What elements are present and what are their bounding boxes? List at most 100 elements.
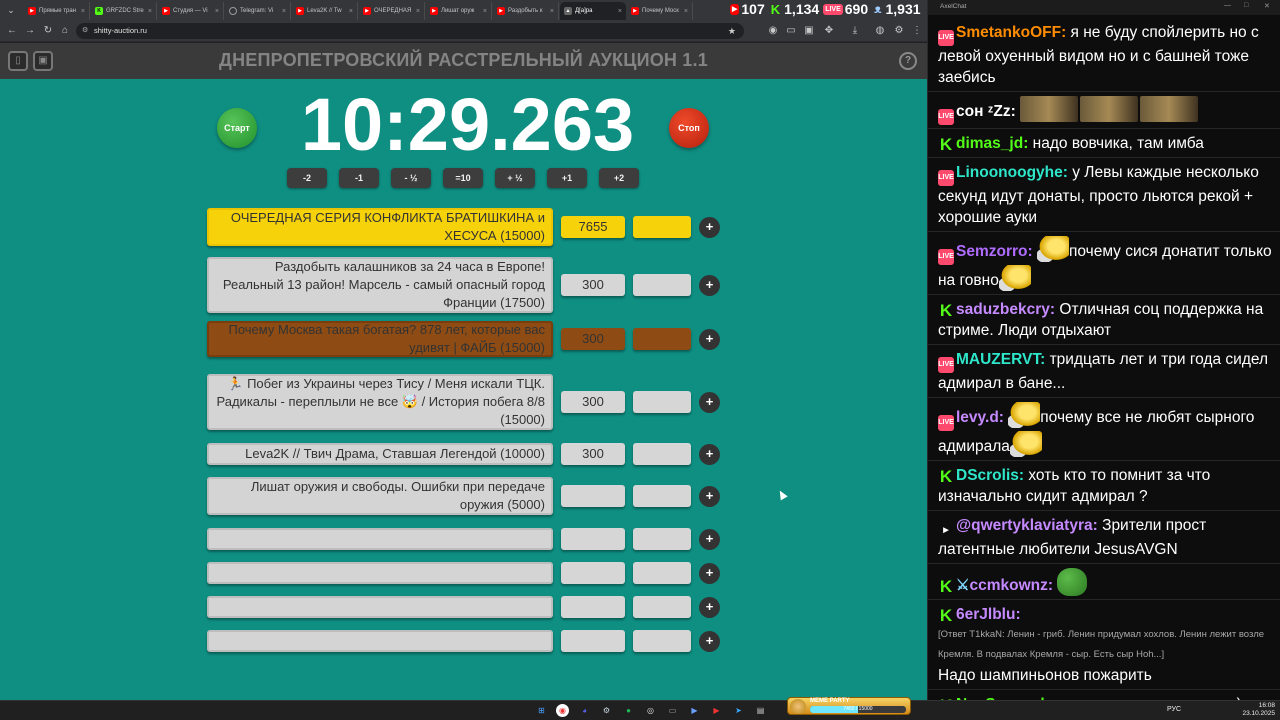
chat-nickname[interactable]: Linoonoogyhe — [956, 164, 1063, 181]
close-tab-icon[interactable]: × — [282, 8, 286, 15]
lot-add-button[interactable]: + — [699, 486, 720, 507]
lot-add-button[interactable]: + — [699, 217, 720, 238]
lot-add-amount-input[interactable] — [633, 328, 691, 350]
lot-amount-field[interactable]: 300 — [561, 274, 625, 296]
lot-add-button[interactable]: + — [699, 563, 720, 584]
extension-icon[interactable]: ▣ — [802, 24, 816, 38]
bookmark-star-icon[interactable]: ★ — [728, 23, 736, 39]
lot-add-button[interactable]: + — [699, 329, 720, 350]
browser-tab[interactable]: K GRFZDC Stre × — [91, 2, 157, 20]
timer-adjust-button[interactable]: =10 — [443, 168, 483, 188]
close-tab-icon[interactable]: × — [550, 8, 554, 15]
lot-name-field[interactable]: Leva2K // Твич Драма, Ставшая Легендой (… — [207, 443, 553, 465]
keyboard-language[interactable]: РУС — [1167, 706, 1181, 713]
browser-tab[interactable]: ▶ Leva2K // Tw × — [292, 2, 358, 20]
url-field[interactable]: ⚙ shitty-auction.ru ★ — [76, 23, 744, 39]
lot-name-field[interactable]: 🏃 Побег из Украины через Тису / Меня иск… — [207, 374, 553, 430]
lot-amount-field[interactable] — [561, 528, 625, 550]
lot-add-amount-input[interactable] — [633, 596, 691, 618]
stop-button[interactable]: Стоп — [669, 108, 709, 148]
lot-name-field[interactable] — [207, 630, 553, 652]
lot-name-field[interactable]: Лишат оружия и свободы. Ошибки при перед… — [207, 477, 553, 515]
minimize-icon[interactable]: — — [1224, 2, 1231, 9]
download-icon[interactable]: ⤓ — [848, 24, 862, 38]
lot-add-amount-input[interactable] — [633, 391, 691, 413]
chat-nickname[interactable]: DScrolis — [956, 467, 1019, 484]
lot-amount-field[interactable]: 7655 — [561, 216, 625, 238]
back-icon[interactable]: ← — [5, 24, 19, 38]
lot-add-button[interactable]: + — [699, 392, 720, 413]
lot-name-field[interactable]: Почему Москва такая богатая? 878 лет, ко… — [207, 321, 553, 357]
close-tab-icon[interactable]: × — [483, 8, 487, 15]
lot-amount-field[interactable] — [561, 630, 625, 652]
timer-adjust-button[interactable]: +1 — [547, 168, 587, 188]
extension-icon[interactable]: ▭ — [784, 24, 798, 38]
browser-tab[interactable]: ▶ Раздобыть к × — [493, 2, 559, 20]
lot-amount-field[interactable] — [561, 562, 625, 584]
lot-add-button[interactable]: + — [699, 529, 720, 550]
clock[interactable]: 16:08 23.10.2025 — [1239, 702, 1275, 718]
chat-nickname[interactable]: сон ᶻZz — [956, 103, 1011, 120]
lot-amount-field[interactable] — [561, 485, 625, 507]
lot-name-field[interactable] — [207, 596, 553, 618]
browser-tab[interactable]: ▶ Студия — Vi × — [158, 2, 224, 20]
close-tab-icon[interactable]: × — [215, 8, 219, 15]
close-tab-icon[interactable]: × — [684, 8, 688, 15]
lot-amount-field[interactable] — [561, 596, 625, 618]
lot-amount-field[interactable]: 300 — [561, 443, 625, 465]
telegram-icon[interactable]: ➤ — [732, 704, 745, 717]
lot-add-amount-input[interactable] — [633, 562, 691, 584]
lot-add-amount-input[interactable] — [633, 630, 691, 652]
start-menu-icon[interactable]: ⊞ — [535, 704, 548, 717]
folder-icon[interactable]: ▤ — [754, 704, 767, 717]
spotify-icon[interactable]: ● — [622, 704, 635, 717]
close-tab-icon[interactable]: × — [349, 8, 353, 15]
reload-icon[interactable]: ↻ — [41, 24, 55, 38]
menu-icon[interactable]: ⋮ — [910, 24, 924, 38]
chat-nickname[interactable]: SmetankoOFF — [956, 24, 1061, 41]
extensions-puzzle-icon[interactable]: ✥ — [822, 24, 836, 38]
lot-add-button[interactable]: + — [699, 631, 720, 652]
chrome-icon[interactable]: ◉ — [556, 704, 569, 717]
chat-nickname[interactable]: 6erJlblu — [956, 606, 1015, 623]
lot-name-field[interactable]: ОЧЕРЕДНАЯ СЕРИЯ КОНФЛИКТА БРАТИШКИНА и Х… — [207, 208, 553, 246]
chat-nickname[interactable]: MAUZERVT — [956, 351, 1040, 368]
browser-tab[interactable]: ▲ Д[а]ра × — [560, 2, 626, 20]
browser-tab[interactable]: ▶ ОЧЕРЕДНАЯ × — [359, 2, 425, 20]
chat-nickname[interactable]: levy.d — [956, 409, 999, 426]
extension-icon[interactable]: ◉ — [766, 24, 780, 38]
steam-icon[interactable]: ⚙ — [600, 704, 613, 717]
forward-icon[interactable]: → — [23, 24, 37, 38]
site-info-icon[interactable]: ⚙ — [82, 23, 88, 39]
chat-nickname[interactable]: dimas_jd — [956, 135, 1023, 152]
youtube-icon[interactable]: ▶ — [710, 704, 723, 717]
timer-adjust-button[interactable]: - ½ — [391, 168, 431, 188]
home-icon[interactable]: ⌂ — [58, 24, 72, 38]
close-tab-icon[interactable]: × — [618, 8, 622, 15]
settings-icon[interactable]: ⚙ — [892, 24, 906, 38]
lot-amount-field[interactable]: 300 — [561, 328, 625, 350]
browser-tab[interactable]: ▶ Лишат оруж × — [426, 2, 492, 20]
lot-add-button[interactable]: + — [699, 444, 720, 465]
browser-tab[interactable]: ▶ Прямые тран × — [24, 2, 90, 20]
lot-add-amount-input[interactable] — [633, 528, 691, 550]
timer-adjust-button[interactable]: -2 — [287, 168, 327, 188]
chat-nickname[interactable]: ccmkownz — [969, 577, 1047, 594]
browser-tab[interactable]: ▶ Почему Моск × — [627, 2, 693, 20]
browser-tab[interactable]: Telegram: Vi × — [225, 2, 291, 20]
discord-icon[interactable]: ◕ — [578, 704, 591, 717]
timer-adjust-button[interactable]: -1 — [339, 168, 379, 188]
close-tab-icon[interactable]: × — [81, 8, 85, 15]
close-tab-icon[interactable]: × — [148, 8, 152, 15]
chat-nickname[interactable]: @qwertyklaviatyra — [956, 517, 1093, 534]
lot-name-field[interactable]: Раздобыть калашников за 24 часа в Европе… — [207, 257, 553, 313]
tab-search-icon[interactable]: ⌄ — [4, 3, 18, 17]
maximize-icon[interactable]: □ — [1244, 2, 1248, 9]
lot-name-field[interactable] — [207, 528, 553, 550]
lot-add-amount-input[interactable] — [633, 274, 691, 296]
start-button[interactable]: Старт — [217, 108, 257, 148]
lot-add-amount-input[interactable] — [633, 443, 691, 465]
chat-nickname[interactable]: Semzorro — [956, 243, 1028, 260]
lot-amount-field[interactable]: 300 — [561, 391, 625, 413]
obs-icon[interactable]: ◎ — [644, 704, 657, 717]
